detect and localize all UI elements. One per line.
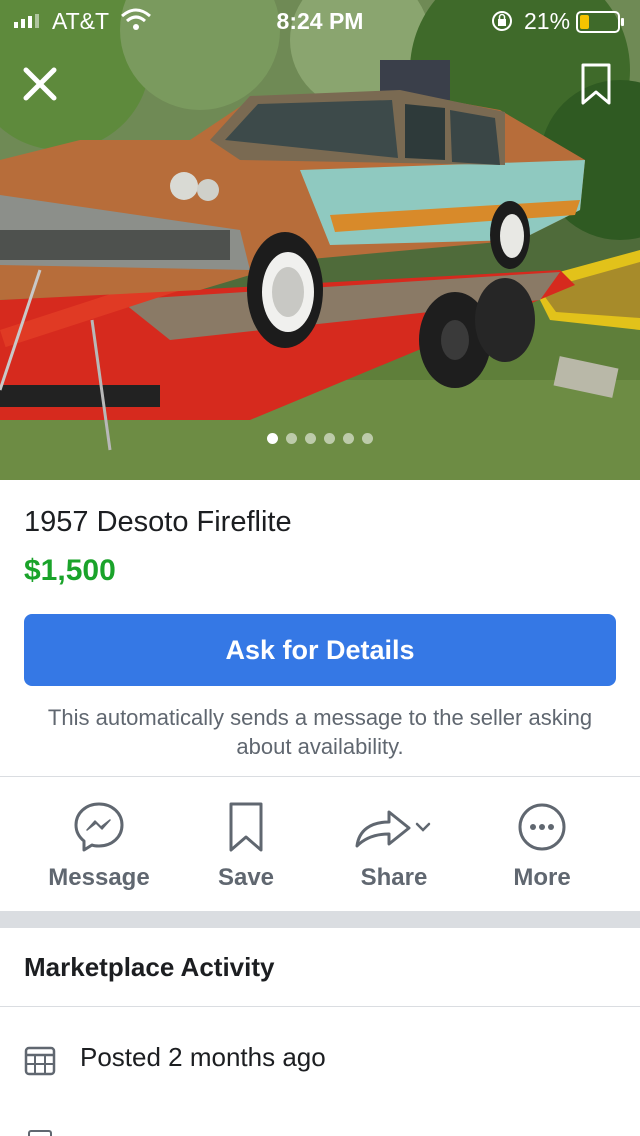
partial-icon xyxy=(28,1130,52,1136)
divider xyxy=(0,776,640,777)
message-action[interactable]: Message xyxy=(24,800,174,892)
share-icon xyxy=(355,810,431,848)
listing-photo[interactable]: AT&T 8:24 PM 21% xyxy=(0,0,640,480)
section-divider xyxy=(0,911,640,928)
pagination-dot[interactable] xyxy=(324,433,335,444)
ask-note: This automatically sends a message to th… xyxy=(47,705,593,759)
battery-percent: 21% xyxy=(524,8,571,34)
pagination-dot[interactable] xyxy=(286,433,297,444)
status-bar: AT&T 8:24 PM 21% xyxy=(0,0,640,40)
pagination-dot[interactable] xyxy=(305,433,316,444)
marketplace-activity-heading: Marketplace Activity xyxy=(24,952,275,982)
message-label: Message xyxy=(48,864,150,891)
pagination-dot[interactable] xyxy=(362,433,373,444)
divider xyxy=(0,1006,640,1007)
pagination-dot[interactable] xyxy=(343,433,354,444)
close-icon[interactable] xyxy=(20,64,60,104)
save-action[interactable]: Save xyxy=(171,800,321,892)
save-label: Save xyxy=(217,864,275,891)
listing-price: $1,500 xyxy=(24,554,116,587)
messenger-icon xyxy=(74,802,124,852)
more-label: More xyxy=(513,864,571,891)
posted-row: Posted 2 months ago xyxy=(24,1040,624,1080)
calendar-icon xyxy=(24,1046,56,1076)
photo-pagination[interactable] xyxy=(0,431,640,445)
battery-icon xyxy=(576,11,624,33)
ask-for-details-button[interactable]: Ask for Details xyxy=(24,614,616,686)
share-action[interactable]: Share xyxy=(319,800,469,892)
bookmark-icon[interactable] xyxy=(578,62,614,106)
more-icon xyxy=(518,803,566,851)
posted-time: Posted 2 months ago xyxy=(80,1042,326,1072)
bookmark-icon xyxy=(229,802,263,852)
pagination-dot-active[interactable] xyxy=(267,433,278,444)
car-photo xyxy=(0,0,640,480)
listing-title: 1957 Desoto Fireflite xyxy=(24,506,292,538)
chevron-down-icon xyxy=(415,822,431,832)
more-action[interactable]: More xyxy=(467,800,617,892)
share-label: Share xyxy=(360,864,428,891)
rotation-lock-icon xyxy=(492,11,512,31)
